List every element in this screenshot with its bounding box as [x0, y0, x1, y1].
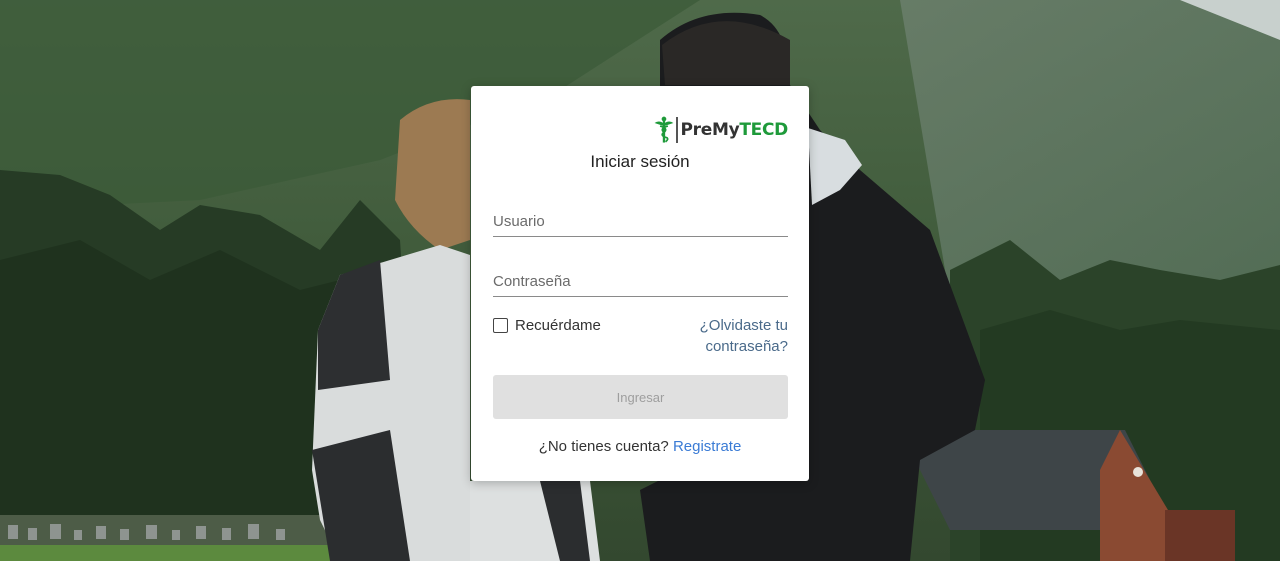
username-field [493, 207, 788, 237]
forgot-password-link[interactable]: ¿Olvidaste tu contraseña? [678, 315, 788, 357]
remember-label: Recuérdame [515, 317, 601, 334]
brand-name: PreMyTECD [680, 120, 789, 140]
forgot-password-line1: ¿Olvidaste tu [699, 317, 788, 334]
no-account-text: ¿No tienes cuenta? [538, 438, 669, 455]
remember-checkbox[interactable] [493, 318, 508, 333]
logo-divider [675, 117, 678, 143]
password-input[interactable] [493, 267, 788, 296]
caduceus-icon [654, 116, 674, 143]
password-field [493, 267, 788, 297]
remember-me[interactable]: Recuérdame [493, 317, 601, 334]
login-title: Iniciar sesión [590, 152, 690, 171]
brand-logo: PreMyTECD [653, 111, 788, 149]
username-input[interactable] [493, 207, 788, 236]
register-prompt: ¿No tienes cuenta? Registrate [471, 438, 809, 455]
brand-name-prefix: PreMy [680, 120, 740, 140]
forgot-password-line2: contraseña? [705, 338, 788, 355]
submit-button[interactable]: Ingresar [493, 375, 788, 419]
register-link[interactable]: Registrate [673, 438, 741, 455]
login-card: PreMyTECD Iniciar sesión Recuérdame ¿Olv… [471, 86, 809, 481]
brand-name-suffix: TECD [739, 120, 788, 140]
